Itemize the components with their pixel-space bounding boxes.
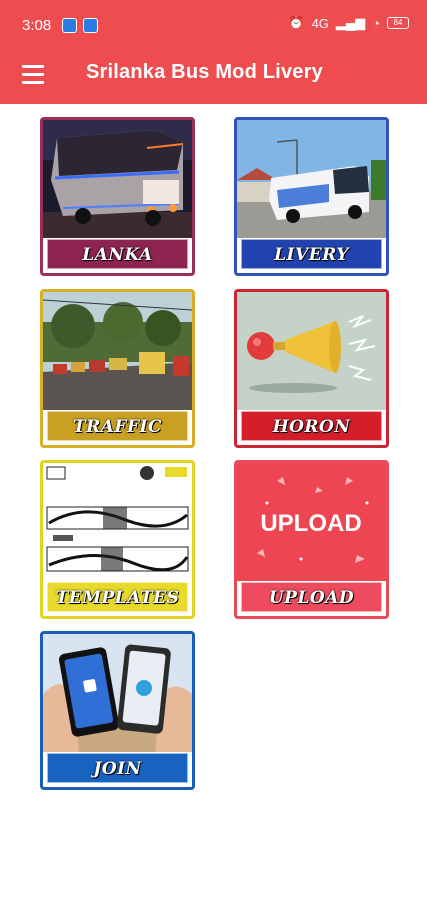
join-card[interactable]: JOIN [40,631,195,790]
bus-livery-photo [237,120,386,238]
battery-icon: 84 [387,17,409,29]
lanka-mods-card[interactable]: LANKA MODS [40,117,195,276]
status-time: 3:08 [22,17,52,34]
card-label: TEMPLATES [47,582,188,612]
card-label: HORON [241,411,382,441]
hamburger-menu-icon[interactable] [22,65,46,85]
card-label: TRAFFIC MOD [47,411,188,441]
horn-icon [237,292,386,410]
app-title: Srilanka Bus Mod Livery [86,61,323,83]
status-icons: ⏰ 4G ▂▄▆ ◔ 84 [288,15,409,31]
wifi-icon: ◔ [372,15,380,31]
night-bus-photo [43,120,192,238]
livery-card[interactable]: LIVERY [234,117,389,276]
alarm-icon: ⏰ [288,15,305,30]
card-label: JOIN [47,753,188,783]
horon-card[interactable]: HORON [234,289,389,448]
upload-card[interactable]: UPLOAD UPLOAD [234,460,389,619]
upload-banner-text: UPLOAD [260,510,361,537]
app-bar: Srilanka Bus Mod Livery [0,48,427,104]
signal-icon: ▂▄▆ [335,15,366,30]
templates-card[interactable]: TEMPLATES [40,460,195,619]
phones-facebook-telegram [43,634,192,752]
cloud-notification-icon [83,18,98,33]
traffic-mod-card[interactable]: TRAFFIC MOD [40,289,195,448]
traffic-road-photo [43,292,192,410]
network-type: 4G [311,15,329,31]
notification-app-icon [62,18,77,33]
status-bar: 3:08 ⏰ 4G ▂▄▆ ◔ 84 [0,0,427,48]
card-label: LANKA MODS [47,239,188,269]
card-label: UPLOAD [241,582,382,612]
upload-banner: UPLOAD [237,463,386,581]
bus-template-sketch [43,463,192,581]
card-label: LIVERY [241,239,382,269]
